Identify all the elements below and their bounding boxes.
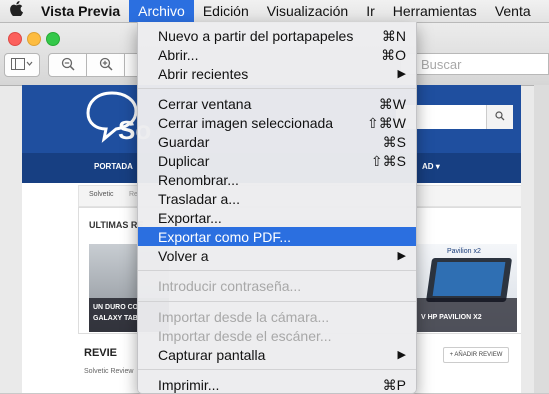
menu-separator xyxy=(138,88,416,89)
add-review-button[interactable]: + AÑADIR REVIEW xyxy=(443,347,509,363)
menu-item-label: Trasladar a... xyxy=(158,191,240,207)
menu-archivo[interactable]: Archivo xyxy=(129,0,194,22)
menu-separator xyxy=(138,301,416,302)
menu-item-label: Cerrar imagen seleccionada xyxy=(158,115,334,131)
menu-item-renombrar[interactable]: Renombrar... xyxy=(138,170,416,189)
search-placeholder: Buscar xyxy=(421,57,462,72)
menu-item-label: Importar desde el escáner... xyxy=(158,328,332,344)
menu-separator xyxy=(138,270,416,271)
menu-edicion[interactable]: Edición xyxy=(194,0,258,22)
menu-item-introducir-contrasena: Introducir contraseña... xyxy=(138,276,416,295)
close-window-button[interactable] xyxy=(8,32,22,46)
reviews-heading: REVIE xyxy=(84,347,118,359)
search-field[interactable]: Buscar xyxy=(400,53,549,75)
menu-item-exportar-pdf[interactable]: Exportar como PDF... xyxy=(138,227,416,246)
breadcrumb-item[interactable]: Solvetic xyxy=(89,191,114,198)
menu-item-shortcut: ⇧⌘W xyxy=(367,115,406,131)
menu-ventana[interactable]: Venta xyxy=(486,0,540,22)
menu-vista-previa[interactable]: Vista Previa xyxy=(33,0,129,22)
menu-separator xyxy=(138,369,416,370)
document-scrollbar[interactable] xyxy=(534,85,549,393)
nav-portada[interactable]: PORTADA xyxy=(94,162,133,171)
menu-item-label: Capturar pantalla xyxy=(158,347,266,363)
reviews-subtitle: Solvetic Review xyxy=(84,368,134,375)
archivo-dropdown-menu: Nuevo a partir del portapapeles ⌘N Abrir… xyxy=(137,22,417,394)
menu-item-label: Exportar como PDF... xyxy=(158,229,292,245)
zoom-out-icon xyxy=(61,57,75,74)
menu-item-exportar[interactable]: Exportar... xyxy=(138,208,416,227)
menu-item-abrir-recientes[interactable]: Abrir recientes ▶ xyxy=(138,64,416,83)
menu-ir[interactable]: Ir xyxy=(357,0,384,22)
submenu-arrow-icon: ▶ xyxy=(397,349,406,361)
menu-item-shortcut: ⌘S xyxy=(382,134,406,150)
menu-item-label: Renombrar... xyxy=(158,172,239,188)
menu-item-label: Volver a xyxy=(158,248,209,264)
panel-title: ULTIMAS RE xyxy=(89,220,144,230)
menu-item-label: Introducir contraseña... xyxy=(158,278,302,294)
menu-item-imprimir[interactable]: Imprimir... ⌘P xyxy=(138,375,416,394)
menu-item-shortcut: ⇧⌘S xyxy=(370,153,406,169)
sidebar-toggle-icon xyxy=(11,57,33,73)
menu-item-capturar-pantalla[interactable]: Capturar pantalla ▶ xyxy=(138,345,416,364)
menu-item-abrir[interactable]: Abrir... ⌘O xyxy=(138,45,416,64)
fullscreen-window-button[interactable] xyxy=(46,32,60,46)
menu-herramientas[interactable]: Herramientas xyxy=(384,0,486,22)
submenu-arrow-icon: ▶ xyxy=(397,250,406,262)
menu-item-label: Guardar xyxy=(158,134,210,150)
sidebar-toggle-button[interactable] xyxy=(4,53,40,77)
menu-item-label: Cerrar ventana xyxy=(158,96,252,112)
site-search-icon[interactable] xyxy=(486,105,513,129)
menu-visualizacion[interactable]: Visualización xyxy=(258,0,357,22)
menu-item-shortcut: ⌘O xyxy=(381,47,406,63)
apple-menu-icon[interactable] xyxy=(0,0,33,22)
menu-item-importar-camara: Importar desde la cámara... xyxy=(138,307,416,326)
hp-label: Pavilion x2 xyxy=(447,248,481,255)
nav-dropdown[interactable]: AD ▾ xyxy=(422,162,440,171)
menu-item-label: Imprimir... xyxy=(158,377,220,393)
menu-item-importar-escaner: Importar desde el escáner... xyxy=(138,326,416,345)
menu-item-volver-a[interactable]: Volver a ▶ xyxy=(138,246,416,265)
laptop-screen xyxy=(432,262,506,296)
card-caption-right[interactable]: V HP PAVILION X2 xyxy=(417,298,517,332)
menu-item-guardar[interactable]: Guardar ⌘S xyxy=(138,132,416,151)
zoom-in-icon xyxy=(99,57,113,74)
menu-item-label: Duplicar xyxy=(158,153,210,169)
menu-item-cerrar-imagen[interactable]: Cerrar imagen seleccionada ⇧⌘W xyxy=(138,113,416,132)
menu-bar: Vista Previa Archivo Edición Visualizaci… xyxy=(0,0,549,23)
menu-item-label: Exportar... xyxy=(158,210,222,226)
menu-item-shortcut: ⌘N xyxy=(381,28,406,44)
menu-item-label: Nuevo a partir del portapapeles xyxy=(158,28,354,44)
menu-item-nuevo[interactable]: Nuevo a partir del portapapeles ⌘N xyxy=(138,26,416,45)
submenu-arrow-icon: ▶ xyxy=(397,68,406,80)
menu-item-duplicar[interactable]: Duplicar ⇧⌘S xyxy=(138,151,416,170)
zoom-in-button[interactable] xyxy=(86,53,126,77)
zoom-out-button[interactable] xyxy=(48,53,88,77)
minimize-window-button[interactable] xyxy=(27,32,41,46)
menu-item-label: Importar desde la cámara... xyxy=(158,309,330,325)
menu-item-shortcut: ⌘W xyxy=(378,96,406,112)
menu-item-cerrar-ventana[interactable]: Cerrar ventana ⌘W xyxy=(138,94,416,113)
menu-item-label: Abrir... xyxy=(158,47,199,63)
menu-item-trasladar[interactable]: Trasladar a... xyxy=(138,189,416,208)
menu-item-label: Abrir recientes xyxy=(158,66,249,82)
menu-item-shortcut: ⌘P xyxy=(382,377,406,393)
